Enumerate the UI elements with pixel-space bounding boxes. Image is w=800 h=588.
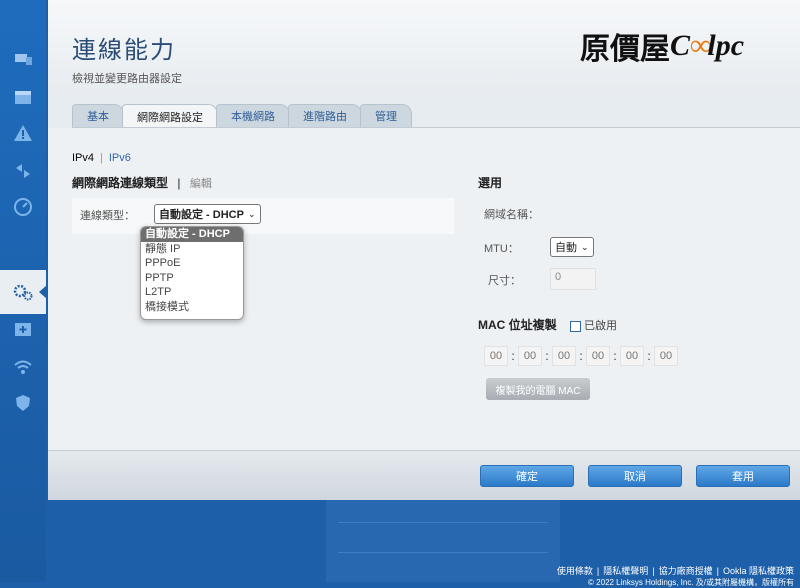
devices-icon[interactable] <box>10 48 36 70</box>
footer-links: 使用條款 | 隱私權聲明 | 協力廠商授權 | Ookla 隱私權政策 <box>556 566 794 576</box>
cancel-button[interactable]: 取消 <box>588 465 682 487</box>
mtu-value: 自動 <box>555 242 577 254</box>
chevron-down-icon: ⌄ <box>581 241 589 252</box>
chevron-down-icon: ⌄ <box>247 208 256 219</box>
option-l2tp[interactable]: L2TP <box>141 285 243 300</box>
wifi-icon[interactable] <box>10 356 36 378</box>
page-subtitle: 檢視並變更路由器設定 <box>72 73 182 85</box>
ookla-privacy-link[interactable]: Ookla 隱私權政策 <box>723 566 794 576</box>
privacy-link[interactable]: 隱私權聲明 <box>603 566 648 576</box>
checkbox-icon <box>570 320 582 332</box>
mac-segment-6[interactable]: 00 <box>654 346 678 366</box>
mac-segment-4[interactable]: 00 <box>586 346 610 366</box>
tab-advanced-routing[interactable]: 進階路由 <box>288 104 362 127</box>
mac-segment-2[interactable]: 00 <box>518 346 542 366</box>
brand-logo: 原價屋 C ∞ lpc <box>580 29 745 66</box>
page-bottom: 使用條款 | 隱私權聲明 | 協力廠商授權 | Ookla 隱私權政策 © 2022 Lin… <box>48 500 800 587</box>
option-bridge-mode[interactable]: 橋接模式 <box>141 300 243 315</box>
connection-type-dropdown: 自動設定 - DHCP 靜態 IP PPPoE PPTP L2TP 橋接模式 <box>140 226 244 320</box>
sidebar <box>0 0 47 582</box>
page-header: 連線能力 檢視並變更路由器設定 原價屋 C ∞ lpc <box>48 0 800 102</box>
mac-clone-heading: MAC 位址複製 已啟用 <box>478 316 617 333</box>
background-overlay <box>326 500 560 582</box>
sync-icon[interactable] <box>10 160 36 182</box>
tab-ipv4[interactable]: IPv4 <box>72 152 94 164</box>
mac-segment-1[interactable]: 00 <box>484 346 508 366</box>
gears-icon <box>10 281 36 303</box>
edit-link[interactable]: 編輯 <box>190 178 212 190</box>
tab-internet-settings[interactable]: 網際網路設定 <box>122 104 218 129</box>
option-pptp[interactable]: PPTP <box>141 271 243 286</box>
mtu-size-input[interactable]: 0 <box>550 268 596 290</box>
third-party-link[interactable]: 協力廠商授權 <box>659 566 713 576</box>
domain-name-label: 網域名稱： <box>484 209 539 221</box>
calendar-icon[interactable] <box>10 86 36 108</box>
option-pppoe[interactable]: PPPoE <box>141 256 243 271</box>
mac-clone-title: MAC 位址複製 <box>478 318 557 332</box>
main-panel: 連線能力 檢視並變更路由器設定 原價屋 C ∞ lpc 基本 網際網路設定 本機網路 … <box>48 0 800 501</box>
mtu-select[interactable]: 自動 ⌄ <box>550 237 594 257</box>
connection-type-panel: 連線類型： 自動設定 - DHCP ⌄ <box>72 198 454 234</box>
mac-enabled-label: 已啟用 <box>584 320 618 332</box>
warning-icon[interactable] <box>10 122 36 144</box>
option-dhcp[interactable]: 自動設定 - DHCP <box>141 227 243 242</box>
ok-button[interactable]: 確定 <box>480 465 574 487</box>
add-device-icon[interactable] <box>10 318 36 340</box>
apply-button[interactable]: 套用 <box>696 465 790 487</box>
connection-type-select[interactable]: 自動設定 - DHCP ⌄ <box>154 204 261 224</box>
size-label: 尺寸： <box>488 275 521 287</box>
divider <box>338 552 548 553</box>
connection-type-label: 連線類型： <box>80 210 135 222</box>
option-static-ip[interactable]: 靜態 IP <box>141 242 243 257</box>
terms-link[interactable]: 使用條款 <box>557 566 593 576</box>
divider <box>338 522 548 523</box>
connection-type-heading: 網際網路連線類型 | 編輯 <box>72 176 212 190</box>
mac-enabled-checkbox[interactable]: 已啟用 <box>570 320 617 332</box>
tab-administration[interactable]: 管理 <box>360 104 412 127</box>
mac-segment-3[interactable]: 00 <box>552 346 576 366</box>
action-footer: 確定 取消 套用 <box>48 450 800 501</box>
connection-type-value: 自動設定 - DHCP <box>159 209 244 221</box>
security-shield-icon[interactable] <box>10 392 36 414</box>
mtu-label: MTU： <box>484 243 519 255</box>
clone-mac-button[interactable]: 複製我的電腦 MAC <box>486 378 590 400</box>
sidebar-item-connectivity[interactable] <box>0 270 47 314</box>
page-title: 連線能力 <box>72 37 176 64</box>
tab-ipv6[interactable]: IPv6 <box>109 152 131 164</box>
copyright-text: © 2022 Linksys Holdings, Inc. 及/或其附屬機構，版… <box>588 578 794 587</box>
tab-content: IPv4 | IPv6 網際網路連線類型 | 編輯 連線類型： 自動設定 - DHC… <box>48 128 800 450</box>
optional-heading: 選用 <box>478 176 503 190</box>
tab-local-network[interactable]: 本機網路 <box>216 104 290 127</box>
ip-version-tabs: IPv4 | IPv6 <box>72 152 131 164</box>
tab-bar: 基本 網際網路設定 本機網路 進階路由 管理 <box>72 104 412 129</box>
connection-type-title: 網際網路連線類型 <box>72 176 169 190</box>
speed-icon[interactable] <box>10 196 36 218</box>
mac-address-fields: 00: 00: 00: 00: 00: 00 <box>484 346 678 366</box>
active-indicator <box>39 285 47 299</box>
mac-segment-5[interactable]: 00 <box>620 346 644 366</box>
tab-basic[interactable]: 基本 <box>72 104 124 127</box>
